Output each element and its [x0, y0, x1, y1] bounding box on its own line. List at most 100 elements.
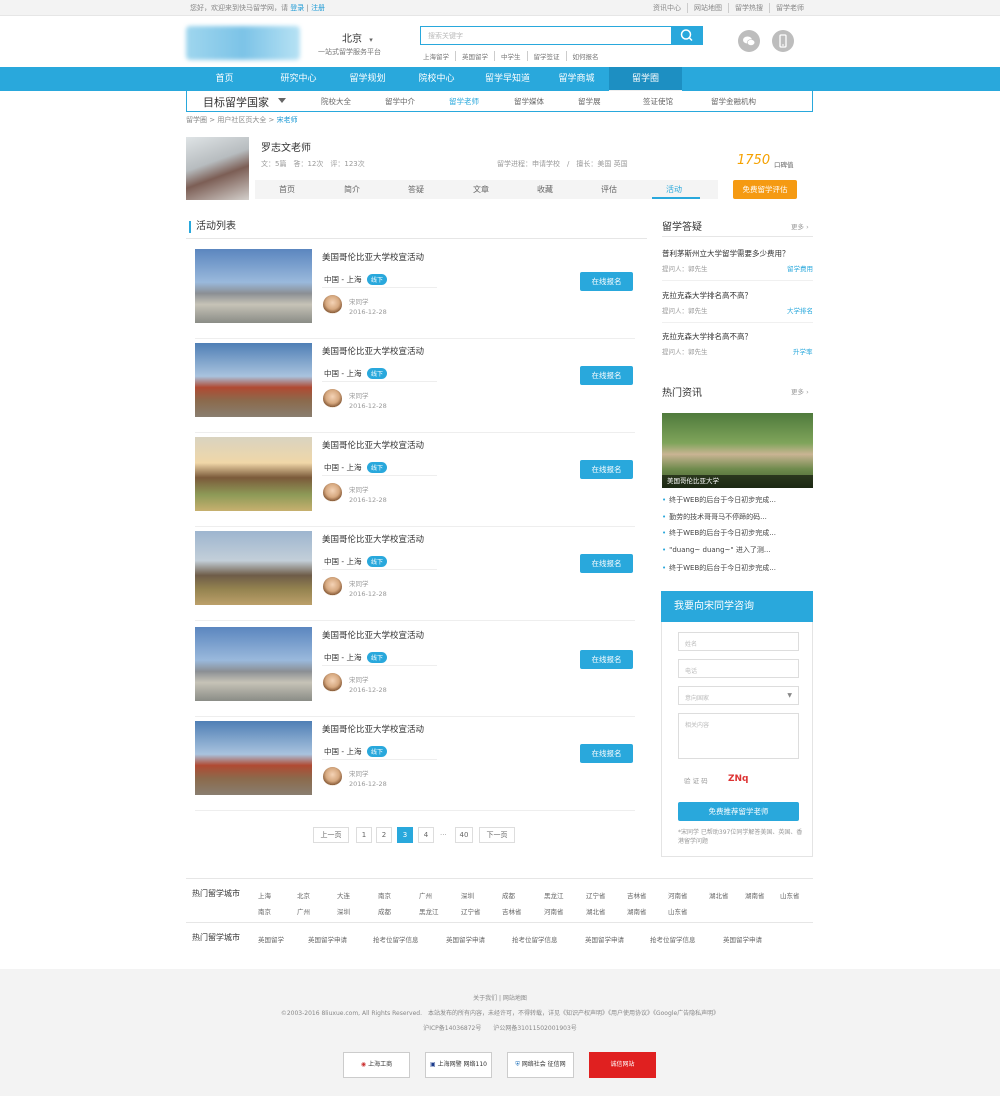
- activity-image[interactable]: [195, 627, 312, 701]
- register-online-button[interactable]: 在线报名: [580, 272, 633, 291]
- study-link[interactable]: 抢考位留学信息: [650, 934, 696, 944]
- register-link[interactable]: 注册: [311, 4, 325, 12]
- nav-item-circle[interactable]: 留学圈: [609, 67, 682, 91]
- country-dropdown[interactable]: 目标留学国家: [203, 94, 269, 110]
- badge-credit[interactable]: ⛨ 网络社会 征信网: [507, 1052, 574, 1078]
- prev-page-button[interactable]: 上一页: [313, 827, 349, 843]
- nav-item-mall[interactable]: 留学商城: [540, 67, 613, 91]
- nav-item-research[interactable]: 研究中心: [262, 67, 335, 91]
- qa-more-link[interactable]: 更多 ›: [791, 221, 809, 231]
- nav-item-home[interactable]: 首页: [188, 67, 261, 91]
- news-item[interactable]: • 终于WEB的后台于今日初步完成...: [662, 528, 776, 538]
- register-online-button[interactable]: 在线报名: [580, 744, 633, 763]
- news-item[interactable]: • 终于WEB的后台于今日初步完成...: [662, 563, 776, 573]
- register-online-button[interactable]: 在线报名: [580, 650, 633, 669]
- tab-activities[interactable]: 活动: [666, 184, 682, 195]
- wechat-icon[interactable]: [738, 30, 760, 52]
- page-button[interactable]: 40: [455, 827, 473, 843]
- breadcrumb-item[interactable]: 用户社区页大全: [217, 116, 266, 124]
- top-link-hot[interactable]: 留学热搜: [728, 3, 769, 13]
- city-link[interactable]: 深圳: [337, 906, 350, 916]
- nav-item-planning[interactable]: 留学规划: [331, 67, 404, 91]
- subnav-item[interactable]: 留学展: [578, 96, 601, 107]
- tab-favorites[interactable]: 收藏: [537, 184, 553, 195]
- city-link[interactable]: 成都: [502, 890, 515, 900]
- study-link[interactable]: 英国留学: [258, 934, 284, 944]
- activity-image[interactable]: [195, 343, 312, 417]
- city-link[interactable]: 吉林省: [502, 906, 522, 916]
- city-link[interactable]: 南京: [258, 906, 271, 916]
- city-selector[interactable]: 北京 ▾: [342, 30, 373, 45]
- search-button[interactable]: [671, 26, 703, 45]
- city-link[interactable]: 广州: [419, 890, 432, 900]
- nav-item-early[interactable]: 留学早知道: [471, 67, 544, 91]
- free-assessment-button[interactable]: 免费留学评估: [733, 180, 797, 199]
- news-item[interactable]: • "duang~ duang~" 进入了测...: [662, 545, 771, 555]
- study-link[interactable]: 英国留学申请: [308, 934, 347, 944]
- activity-title[interactable]: 美国哥伦比亚大学校宣活动: [322, 439, 424, 451]
- city-link[interactable]: 辽宁省: [586, 890, 606, 900]
- tab-articles[interactable]: 文章: [473, 184, 489, 195]
- qa-question[interactable]: 普利茅斯州立大学留学需要多少费用？: [662, 248, 790, 259]
- top-link-teacher[interactable]: 留学老师: [769, 3, 810, 13]
- city-link[interactable]: 黑龙江: [419, 906, 439, 916]
- news-item[interactable]: • 勤劳的技术哥哥马不停蹄的码...: [662, 512, 767, 522]
- city-link[interactable]: 山东省: [668, 906, 688, 916]
- page-button-current[interactable]: 3: [397, 827, 413, 843]
- city-link[interactable]: 吉林省: [627, 890, 647, 900]
- city-link[interactable]: 北京: [297, 890, 310, 900]
- top-link-news[interactable]: 资讯中心: [647, 3, 687, 13]
- top-link-sitemap[interactable]: 网站地图: [687, 3, 728, 13]
- badge-police[interactable]: ▣ 上海网警 网络110: [425, 1052, 492, 1078]
- hot-keyword[interactable]: 中学生: [494, 51, 527, 61]
- page-button[interactable]: 4: [418, 827, 434, 843]
- city-link[interactable]: 南京: [378, 890, 391, 900]
- content-textarea[interactable]: 相关内容: [678, 713, 799, 759]
- hot-keyword[interactable]: 留学签证: [526, 51, 566, 61]
- tab-qa[interactable]: 答疑: [408, 184, 424, 195]
- subnav-item[interactable]: 院校大全: [321, 96, 351, 107]
- badge-aic[interactable]: ◉ 上海工商: [343, 1052, 410, 1078]
- city-link[interactable]: 河南省: [544, 906, 564, 916]
- city-link[interactable]: 辽宁省: [461, 906, 481, 916]
- breadcrumb-item[interactable]: 留学圈: [186, 116, 207, 124]
- search-input[interactable]: 搜索关键字: [420, 26, 672, 45]
- city-link[interactable]: 湖北省: [709, 890, 729, 900]
- city-link[interactable]: 湖南省: [627, 906, 647, 916]
- nav-item-schools[interactable]: 院校中心: [400, 67, 473, 91]
- qa-question[interactable]: 克拉克森大学排名高不高？: [662, 290, 752, 301]
- city-link[interactable]: 河南省: [668, 890, 688, 900]
- qa-tag[interactable]: 升学率: [793, 346, 813, 356]
- phone-field[interactable]: 电话: [678, 659, 799, 678]
- register-online-button[interactable]: 在线报名: [580, 460, 633, 479]
- city-link[interactable]: 上海: [258, 890, 271, 900]
- next-page-button[interactable]: 下一页: [479, 827, 515, 843]
- activity-image[interactable]: [195, 437, 312, 511]
- register-online-button[interactable]: 在线报名: [580, 554, 633, 573]
- hot-keyword[interactable]: 上海留学: [423, 51, 455, 61]
- footer-links[interactable]: 关于我们 | 网站地图: [0, 993, 1000, 1002]
- city-link[interactable]: 成都: [378, 906, 391, 916]
- study-link[interactable]: 抢考位留学信息: [512, 934, 558, 944]
- captcha-image[interactable]: ZNq: [728, 774, 749, 784]
- qa-tag[interactable]: 大学排名: [787, 305, 813, 315]
- name-field[interactable]: 姓名: [678, 632, 799, 651]
- city-link[interactable]: 山东省: [780, 890, 800, 900]
- activity-title[interactable]: 美国哥伦比亚大学校宣活动: [322, 723, 424, 735]
- study-link[interactable]: 英国留学申请: [585, 934, 624, 944]
- qa-tag[interactable]: 留学费用: [787, 263, 813, 273]
- news-more-link[interactable]: 更多 ›: [791, 386, 809, 396]
- city-link[interactable]: 广州: [297, 906, 310, 916]
- hot-keyword[interactable]: 英国留学: [455, 51, 494, 61]
- city-link[interactable]: 大连: [337, 890, 350, 900]
- news-item[interactable]: • 终于WEB的后台于今日初步完成...: [662, 495, 776, 505]
- login-link[interactable]: 登录: [290, 4, 304, 12]
- subnav-item[interactable]: 留学金融机构: [711, 96, 756, 107]
- site-logo[interactable]: [186, 26, 300, 60]
- city-link[interactable]: 湖北省: [586, 906, 606, 916]
- tab-home[interactable]: 首页: [279, 184, 295, 195]
- city-link[interactable]: 黑龙江: [544, 890, 564, 900]
- activity-title[interactable]: 美国哥伦比亚大学校宣活动: [322, 345, 424, 357]
- badge-trusted[interactable]: 诚信网站: [589, 1052, 656, 1078]
- study-link[interactable]: 英国留学申请: [446, 934, 485, 944]
